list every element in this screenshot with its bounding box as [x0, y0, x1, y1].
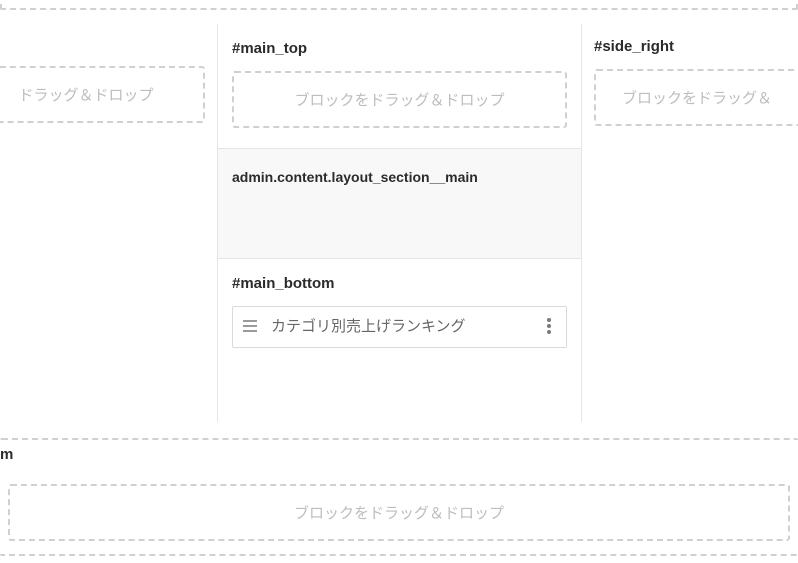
main-bottom-section: #main_bottom カテゴリ別売上げランキング: [218, 259, 581, 368]
main-section: admin.content.layout_section__main: [218, 149, 581, 259]
block-item-label: カテゴリ別売上げランキング: [259, 315, 540, 339]
main-bottom-heading: #main_bottom: [232, 275, 567, 292]
kebab-menu-icon[interactable]: [540, 315, 558, 337]
side-right-column: #side_right ブロックをドラッグ＆: [582, 24, 798, 422]
block-item[interactable]: カテゴリ別売上げランキング: [232, 306, 567, 348]
side-right-heading: #side_right: [594, 38, 798, 55]
main-top-heading: #main_top: [232, 40, 567, 57]
main-top-dropzone[interactable]: ブロックをドラッグ＆ドロップ: [232, 71, 567, 128]
side-left-column: ドラッグ＆ドロップ: [0, 24, 218, 422]
drag-handle-icon[interactable]: [241, 315, 259, 337]
side-left-dropzone[interactable]: ドラッグ＆ドロップ: [0, 66, 205, 123]
main-section-heading: admin.content.layout_section__main: [232, 169, 567, 185]
side-right-dropzone[interactable]: ブロックをドラッグ＆: [594, 69, 798, 126]
bottom-heading-fragment: m: [0, 446, 13, 463]
bottom-dropzone[interactable]: ブロックをドラッグ＆ドロップ: [8, 484, 790, 541]
main-column: #main_top ブロックをドラッグ＆ドロップ admin.content.l…: [218, 24, 582, 422]
main-top-section: #main_top ブロックをドラッグ＆ドロップ: [218, 24, 581, 149]
layout-top-dashed: [0, 0, 798, 10]
